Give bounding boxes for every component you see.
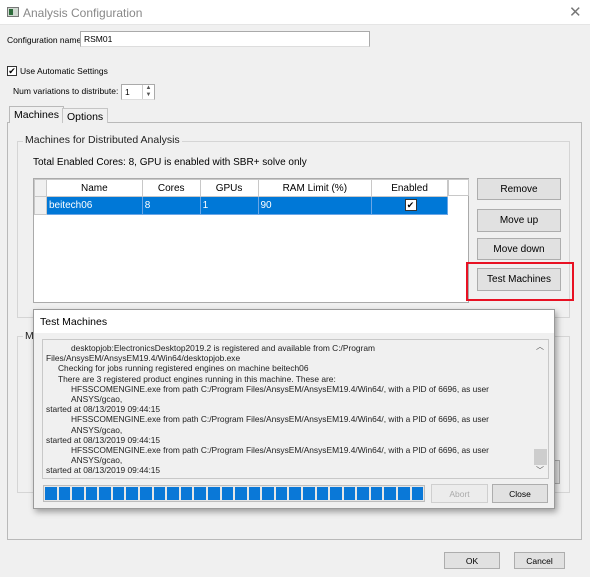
dialog-title: Test Machines: [34, 310, 554, 333]
progress-segment: [316, 487, 329, 500]
progress-segment: [167, 487, 179, 500]
log-line: desktopjob:ElectronicsDesktop2019.2 is r…: [71, 343, 375, 353]
progress-segment: [153, 487, 166, 500]
progress-segment: [289, 487, 301, 500]
close-button[interactable]: Close: [492, 484, 548, 503]
variations-spinner[interactable]: 1 ▲ ▼: [121, 84, 155, 100]
variations-label: Num variations to distribute:: [13, 86, 119, 96]
cell-name: beitech06: [45, 196, 143, 215]
progress-segment: [411, 487, 424, 500]
progress-segment: [72, 487, 84, 500]
scroll-thumb[interactable]: [534, 449, 547, 465]
tab-options[interactable]: Options: [62, 108, 109, 123]
progress-segment: [384, 487, 397, 500]
header-filler: [448, 179, 469, 196]
row-header-corner: [34, 179, 47, 197]
progress-segment: [126, 487, 139, 500]
progress-segment: [330, 487, 342, 500]
move-up-button[interactable]: Move up: [477, 209, 561, 232]
col-ram[interactable]: RAM Limit (%): [257, 179, 373, 197]
log-line: HFSSCOMENGINE.exe from path C:/Program F…: [71, 414, 489, 435]
variations-value: 1: [125, 87, 130, 97]
progress-segment: [207, 487, 220, 500]
progress-segment: [112, 487, 125, 500]
log-line: There are 3 registered product engines r…: [58, 373, 336, 384]
cell-enabled: ✔: [371, 196, 448, 215]
ok-button[interactable]: OK: [444, 552, 500, 569]
app-icon: [7, 7, 19, 17]
config-name-input[interactable]: RSM01: [80, 31, 370, 47]
log-line: started at 08/13/2019 09:44:15: [46, 434, 161, 445]
remove-button[interactable]: Remove: [477, 178, 561, 200]
title-bar: Analysis Configuration ✕: [0, 0, 590, 25]
log-scrollbar[interactable]: ︿ ﹀: [533, 340, 548, 478]
col-gpus[interactable]: GPUs: [199, 179, 259, 197]
move-down-button[interactable]: Move down: [477, 238, 561, 260]
config-name-label: Configuration name:: [7, 35, 84, 45]
log-line: started at 08/13/2019 09:44:15: [46, 465, 161, 476]
window-title: Analysis Configuration: [23, 6, 143, 20]
col-name[interactable]: Name: [45, 179, 143, 197]
table-header: Name Cores GPUs RAM Limit (%) Enabled: [34, 179, 448, 197]
machines-table: Name Cores GPUs RAM Limit (%) Enabled be…: [33, 178, 469, 303]
progress-segment: [357, 487, 369, 500]
log-line: Checking for jobs running registered eng…: [58, 363, 309, 374]
test-machines-dialog: Test Machines desktopjob:ElectronicsDesk…: [33, 309, 555, 509]
progress-segment: [302, 487, 315, 500]
machines-group-label: Machines for Distributed Analysis: [23, 134, 182, 146]
abort-button[interactable]: Abort: [431, 484, 488, 503]
progress-segment: [343, 487, 356, 500]
log-line: HFSSCOMENGINE.exe from path C:/Program F…: [71, 445, 489, 466]
spinner-arrows-icon[interactable]: ▲ ▼: [142, 85, 154, 99]
progress-segment: [45, 487, 57, 500]
col-enabled[interactable]: Enabled: [371, 179, 448, 197]
log-line: started at 08/13/2019 09:44:15: [46, 404, 161, 415]
progress-segment: [180, 487, 193, 500]
cores-summary: Total Enabled Cores: 8, GPU is enabled w…: [33, 157, 307, 168]
scroll-down-icon[interactable]: ﹀: [536, 466, 544, 476]
progress-segment: [140, 487, 152, 500]
progress-bar: [43, 485, 425, 502]
progress-segment: [194, 487, 206, 500]
cell-gpus: 1: [199, 196, 259, 215]
log-line: Testing Completed.: [46, 476, 530, 478]
tab-machines[interactable]: Machines: [9, 106, 64, 123]
log-line: Files/AnsysEM/AnsysEM19.4/Win64/desktopj…: [46, 353, 241, 364]
cell-cores: 8: [141, 196, 201, 215]
progress-segment: [398, 487, 410, 500]
progress-segment: [262, 487, 274, 500]
highlight-box: [466, 262, 574, 301]
progress-segment: [221, 487, 234, 500]
progress-segment: [248, 487, 261, 500]
progress-segment: [275, 487, 288, 500]
progress-segment: [85, 487, 98, 500]
progress-segment: [235, 487, 247, 500]
auto-settings-label: Use Automatic Settings: [20, 66, 108, 76]
progress-segment: [99, 487, 111, 500]
table-row[interactable]: beitech06 8 1 90 ✔: [34, 196, 448, 215]
test-log[interactable]: desktopjob:ElectronicsDesktop2019.2 is r…: [42, 339, 549, 479]
progress-segment: [370, 487, 383, 500]
scroll-up-icon[interactable]: ︿: [536, 342, 544, 352]
auto-settings-checkbox[interactable]: ✔: [7, 66, 17, 76]
close-icon[interactable]: ✕: [569, 3, 582, 21]
cancel-button[interactable]: Cancel: [514, 552, 565, 569]
col-cores[interactable]: Cores: [141, 179, 201, 197]
cell-ram: 90: [257, 196, 373, 215]
progress-segment: [58, 487, 71, 500]
log-line: HFSSCOMENGINE.exe from path C:/Program F…: [71, 383, 489, 405]
row-header[interactable]: [34, 196, 47, 215]
enabled-checkbox[interactable]: ✔: [404, 199, 417, 211]
